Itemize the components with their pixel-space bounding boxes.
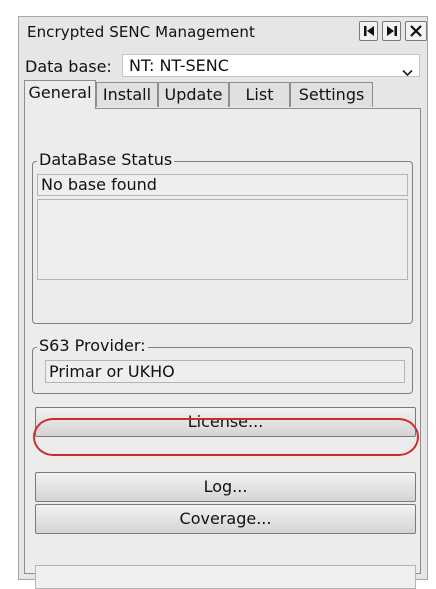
first-button[interactable] bbox=[359, 21, 378, 41]
coverage-button[interactable]: Coverage... bbox=[35, 504, 416, 534]
database-row: Data base: NT: NT-SENC bbox=[19, 51, 427, 79]
database-select[interactable]: NT: NT-SENC bbox=[122, 54, 420, 77]
tab-general[interactable]: General bbox=[24, 80, 96, 109]
tab-settings[interactable]: Settings bbox=[290, 82, 373, 107]
s63-provider-field: Primar or UKHO bbox=[45, 360, 405, 383]
tab-install[interactable]: Install bbox=[96, 82, 158, 107]
s63-provider-title: S63 Provider: bbox=[37, 336, 148, 355]
window-title: Encrypted SENC Management bbox=[27, 23, 255, 41]
database-value: NT: NT-SENC bbox=[129, 56, 229, 75]
database-label: Data base: bbox=[25, 57, 112, 76]
close-button[interactable] bbox=[405, 21, 427, 41]
database-status-title: DataBase Status bbox=[37, 150, 175, 169]
tab-update[interactable]: Update bbox=[158, 82, 229, 107]
s63-provider-group: S63 Provider: Primar or UKHO bbox=[32, 337, 413, 394]
status-bar bbox=[35, 565, 416, 589]
last-button[interactable] bbox=[382, 21, 401, 41]
chevron-down-icon bbox=[402, 62, 413, 81]
tab-list[interactable]: List bbox=[229, 82, 290, 107]
database-status-field: No base found bbox=[37, 174, 408, 196]
log-button[interactable]: Log... bbox=[35, 472, 416, 502]
license-button[interactable]: License... bbox=[35, 407, 416, 437]
general-tab-panel: DataBase Status No base found S63 Provid… bbox=[24, 108, 421, 589]
database-details-field bbox=[37, 199, 408, 280]
encrypted-senc-window: Encrypted SENC Management Data base: NT:… bbox=[18, 16, 428, 589]
database-status-group: DataBase Status No base found bbox=[32, 151, 413, 324]
title-bar: Encrypted SENC Management bbox=[19, 17, 427, 45]
